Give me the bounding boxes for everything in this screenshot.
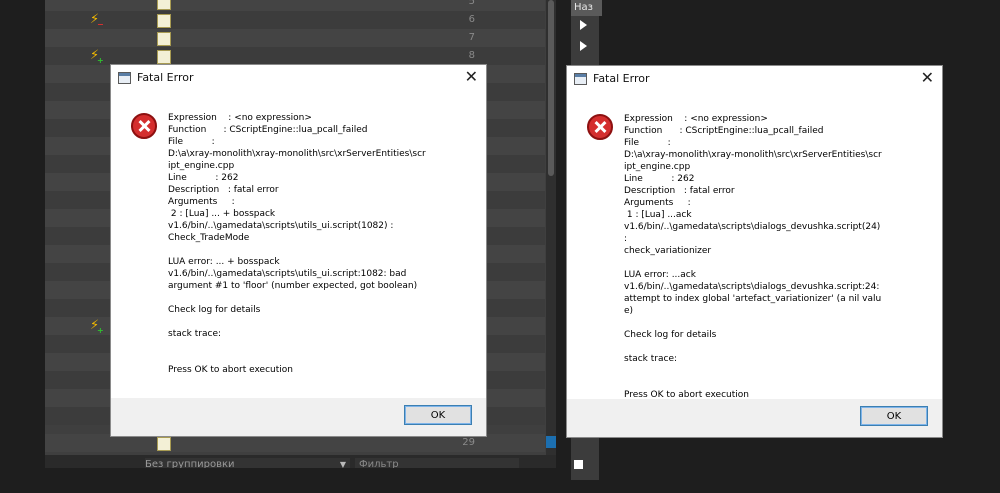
chevron-down-icon: ▼ [339,460,346,468]
scrollbar-thumb[interactable] [548,0,554,176]
checkbox[interactable] [574,460,583,469]
list-item[interactable]: ⚡ + 8 [45,47,545,65]
side-panel-header[interactable]: Наз [571,0,602,16]
expand-arrow-icon[interactable] [580,41,587,51]
filter-input[interactable]: Фильтр [355,458,519,468]
lightning-icon: ⚡ − [90,12,104,29]
grouping-select[interactable]: Без группировки ▼ [145,458,350,468]
notepad-icon [157,32,171,46]
ok-button[interactable]: OK [404,405,472,425]
close-button[interactable]: ✕ [921,69,934,87]
error-icon [587,114,613,140]
error-icon [131,113,157,139]
row-number: 7 [468,32,475,43]
fatal-error-dialog: Fatal Error ✕ Expression : <no expressio… [566,65,943,438]
dialog-titlebar: Fatal Error ✕ [111,65,486,93]
row-number: 8 [468,50,475,61]
app-window-icon [574,73,587,85]
notepad-icon [157,50,171,64]
fatal-error-dialog: Fatal Error ✕ Expression : <no expressio… [110,64,487,437]
row-number: 6 [468,14,475,25]
row-number: 5 [468,0,475,7]
list-item[interactable]: 5 [45,0,545,11]
dialog-title: Fatal Error [593,72,650,85]
dialog-title: Fatal Error [137,71,194,84]
notepad-icon [157,14,171,28]
ok-button[interactable]: OK [860,406,928,426]
dialog-footer: OK [567,399,942,437]
dialog-titlebar: Fatal Error ✕ [567,66,942,94]
notepad-icon [157,437,171,451]
app-window-icon [118,72,131,84]
lightning-icon: ⚡ + [90,318,104,335]
scroll-corner-button[interactable] [546,436,556,448]
dialog-footer: OK [111,398,486,436]
close-button[interactable]: ✕ [465,68,478,86]
grouping-select-value: Без группировки [145,459,235,468]
error-message: Expression : <no expression> Function : … [624,114,882,400]
lightning-icon: ⚡ + [90,48,104,65]
error-message: Expression : <no expression> Function : … [168,113,426,375]
list-item[interactable]: ⚡ − 6 [45,11,545,29]
expand-arrow-icon[interactable] [580,20,587,30]
list-item[interactable]: 7 [45,29,545,47]
notepad-icon [157,0,171,10]
